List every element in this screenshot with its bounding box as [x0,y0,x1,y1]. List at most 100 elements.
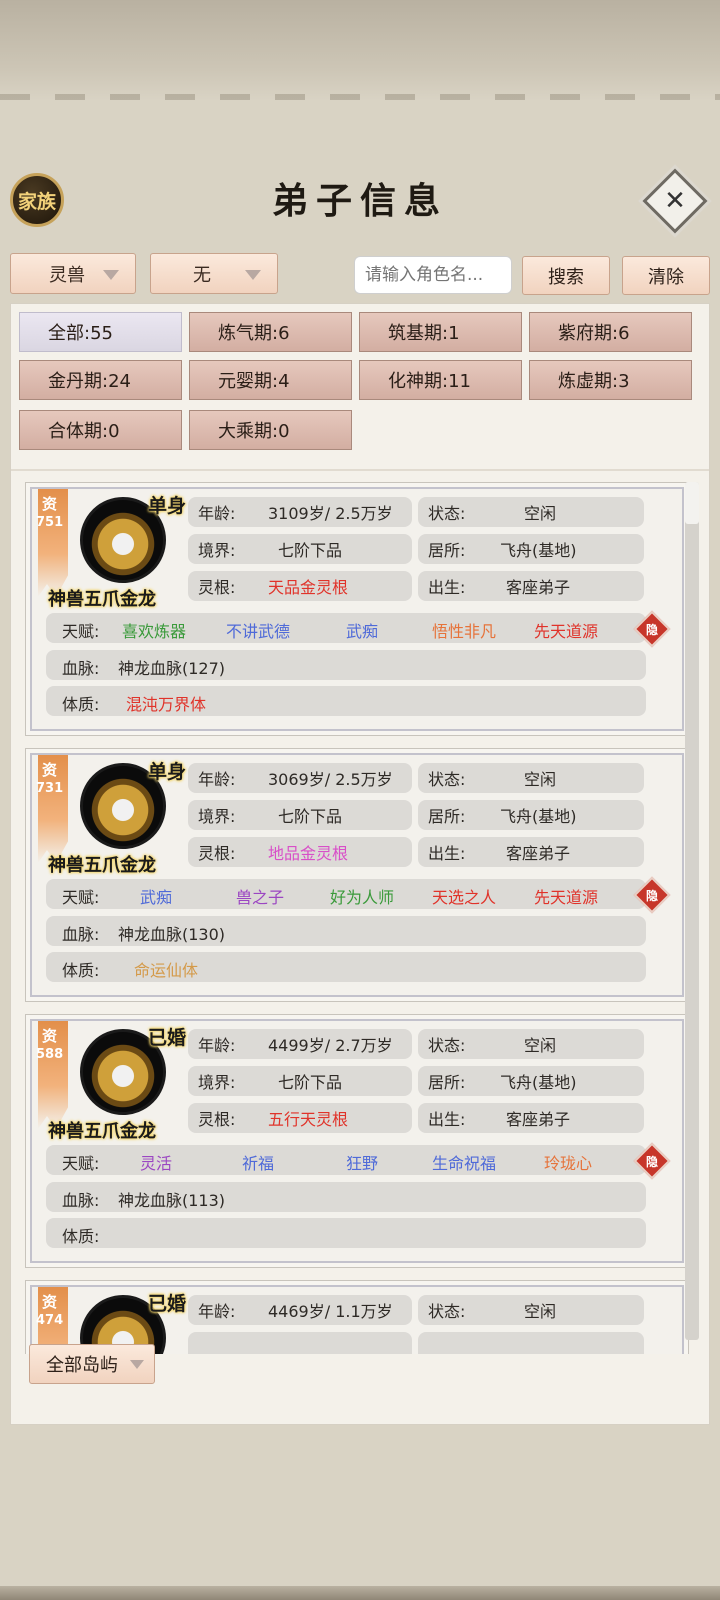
age-field: 年龄: 4469岁/ 1.1万岁 [188,1295,412,1325]
clear-button[interactable]: 清除 [622,256,710,295]
bloodline-row: 血脉: 神龙血脉(127) [46,650,646,680]
type-dropdown[interactable]: 灵兽 [10,253,136,294]
origin-label: 出生: [428,1110,466,1129]
status-field: 状态: 空闲 [418,1295,644,1325]
aptitude-value: 751 [36,515,64,530]
age-field: 年龄: 3069岁/ 2.5万岁 [188,763,412,793]
disciple-card[interactable]: 资 751 单身 神兽五爪金龙 年龄: 3109岁/ 2.5万岁 状态: 空闲 … [25,482,689,736]
root-field: 灵根: 地品金灵根 [188,837,412,867]
tab-void-refining[interactable]: 炼虚期:3 [529,360,692,400]
search-button[interactable]: 搜索 [522,256,610,295]
status-field: 状态: 空闲 [418,1029,644,1059]
tab-foundation[interactable]: 筑基期:1 [359,312,522,352]
root-value: 天品金灵根 [268,578,349,597]
origin-field: 出生: 客座弟子 [418,571,644,601]
residence-field: 居所: 飞舟(基地) [418,800,644,830]
realm-field: 境界: 七阶下品 [188,1066,412,1096]
disciple-card[interactable]: 资 588 已婚 神兽五爪金龙 年龄: 4499岁/ 2.7万岁 状态: 空闲 … [25,1014,689,1268]
residence-field: 居所: 飞舟(基地) [418,1066,644,1096]
tab-all[interactable]: 全部:55 [19,312,182,352]
realm-value: 七阶下品 [278,541,343,560]
aptitude-value: 474 [36,1313,64,1328]
bottom-decoration [0,1586,720,1600]
card-frame: 资 751 单身 神兽五爪金龙 年龄: 3109岁/ 2.5万岁 状态: 空闲 … [30,487,684,731]
talent-tag[interactable]: 天选之人 [432,884,496,908]
scrollbar[interactable] [685,482,699,1340]
status-label: 状态: [428,504,466,523]
island-dropdown-value: 全部岛屿 [46,1355,118,1376]
tab-spirit-severing[interactable]: 化神期:11 [359,360,522,400]
talent-tag[interactable]: 先天道源 [534,618,598,642]
close-icon: ✕ [664,186,686,216]
origin-value: 客座弟子 [506,1110,571,1129]
physique-value: 命运仙体 [134,961,199,980]
disciple-list[interactable]: 资 751 单身 神兽五爪金龙 年龄: 3109岁/ 2.5万岁 状态: 空闲 … [25,482,697,1354]
age-label: 年龄: [198,504,236,523]
chevron-down-icon [103,270,119,280]
age-value: 3109岁/ 2.5万岁 [268,504,393,523]
realm-value: 七阶下品 [278,807,343,826]
tab-integration[interactable]: 合体期:0 [19,410,182,450]
root-field: 灵根: 天品金灵根 [188,571,412,601]
bloodline-label: 血脉: [62,1191,100,1210]
scrollbar-thumb[interactable] [685,482,699,524]
talent-tag[interactable]: 不讲武德 [226,618,290,642]
talent-tag[interactable]: 先天道源 [534,884,598,908]
age-value: 4469岁/ 1.1万岁 [268,1302,393,1321]
root-label: 灵根: [198,844,236,863]
talent-row: 天赋: 喜欢炼器 不讲武德 武痴 悟性非凡 先天道源 [46,613,646,643]
tab-qi-refining[interactable]: 炼气期:6 [189,312,352,352]
disciple-panel: 全部:55 炼气期:6 筑基期:1 紫府期:6 金丹期:24 元婴期:4 化神期… [10,303,710,1425]
talent-tag[interactable]: 狂野 [346,1150,378,1174]
tab-nascent-soul[interactable]: 元婴期:4 [189,360,352,400]
tab-mahayana[interactable]: 大乘期:0 [189,410,352,450]
realm-value: 七阶下品 [278,1073,343,1092]
realm-label: 境界: [198,541,236,560]
origin-field: 出生: 客座弟子 [418,837,644,867]
root-value: 地品金灵根 [268,844,349,863]
talent-tag[interactable]: 喜欢炼器 [122,618,186,642]
talent-tag[interactable]: 生命祝福 [432,1150,496,1174]
bloodline-row: 血脉: 神龙血脉(113) [46,1182,646,1212]
island-dropdown[interactable]: 全部岛屿 [29,1344,155,1384]
bloodline-value: 神龙血脉(127) [118,659,226,678]
realm-field [188,1332,412,1354]
hidden-label: 隐 [645,1154,658,1169]
search-input[interactable] [354,256,512,294]
card-frame: 资 731 单身 神兽五爪金龙 年龄: 3069岁/ 2.5万岁 状态: 空闲 … [30,753,684,997]
hidden-label: 隐 [645,888,658,903]
age-value: 4499岁/ 2.7万岁 [268,1036,393,1055]
status-field: 状态: 空闲 [418,497,644,527]
tab-purple-mansion[interactable]: 紫府期:6 [529,312,692,352]
bloodline-label: 血脉: [62,925,100,944]
hidden-label: 隐 [645,622,658,637]
disciple-card[interactable]: 资 474 已婚 年龄: 4469岁/ 1.1万岁 状态: 空闲 [25,1280,689,1354]
disciple-card[interactable]: 资 731 单身 神兽五爪金龙 年龄: 3069岁/ 2.5万岁 状态: 空闲 … [25,748,689,1002]
talent-row: 天赋: 武痴 兽之子 好为人师 天选之人 先天道源 [46,879,646,909]
talent-label: 天赋: [62,1154,100,1173]
status-value: 空闲 [524,770,557,789]
talent-tag[interactable]: 祈福 [242,1150,274,1174]
sub-filter-dropdown[interactable]: 无 [150,253,278,294]
realm-label: 境界: [198,807,236,826]
physique-label: 体质: [62,695,100,714]
status-label: 状态: [428,1036,466,1055]
talent-tag[interactable]: 好为人师 [330,884,394,908]
residence-value: 飞舟(基地) [500,1073,577,1092]
talent-tag[interactable]: 武痴 [140,884,172,908]
talent-label: 天赋: [62,888,100,907]
talent-tag[interactable]: 玲珑心 [544,1150,592,1174]
residence-value: 飞舟(基地) [500,807,577,826]
origin-label: 出生: [428,578,466,597]
talent-tag[interactable]: 兽之子 [236,884,284,908]
talent-tag[interactable]: 灵活 [140,1150,172,1174]
aptitude-value: 588 [36,1047,64,1062]
bloodline-row: 血脉: 神龙血脉(130) [46,916,646,946]
talent-tag[interactable]: 武痴 [346,618,378,642]
talent-tag[interactable]: 悟性非凡 [432,618,496,642]
tab-golden-core[interactable]: 金丹期:24 [19,360,182,400]
root-value: 五行天灵根 [268,1110,349,1129]
species-name: 神兽五爪金龙 [48,855,156,876]
root-label: 灵根: [198,1110,236,1129]
status-field: 状态: 空闲 [418,763,644,793]
